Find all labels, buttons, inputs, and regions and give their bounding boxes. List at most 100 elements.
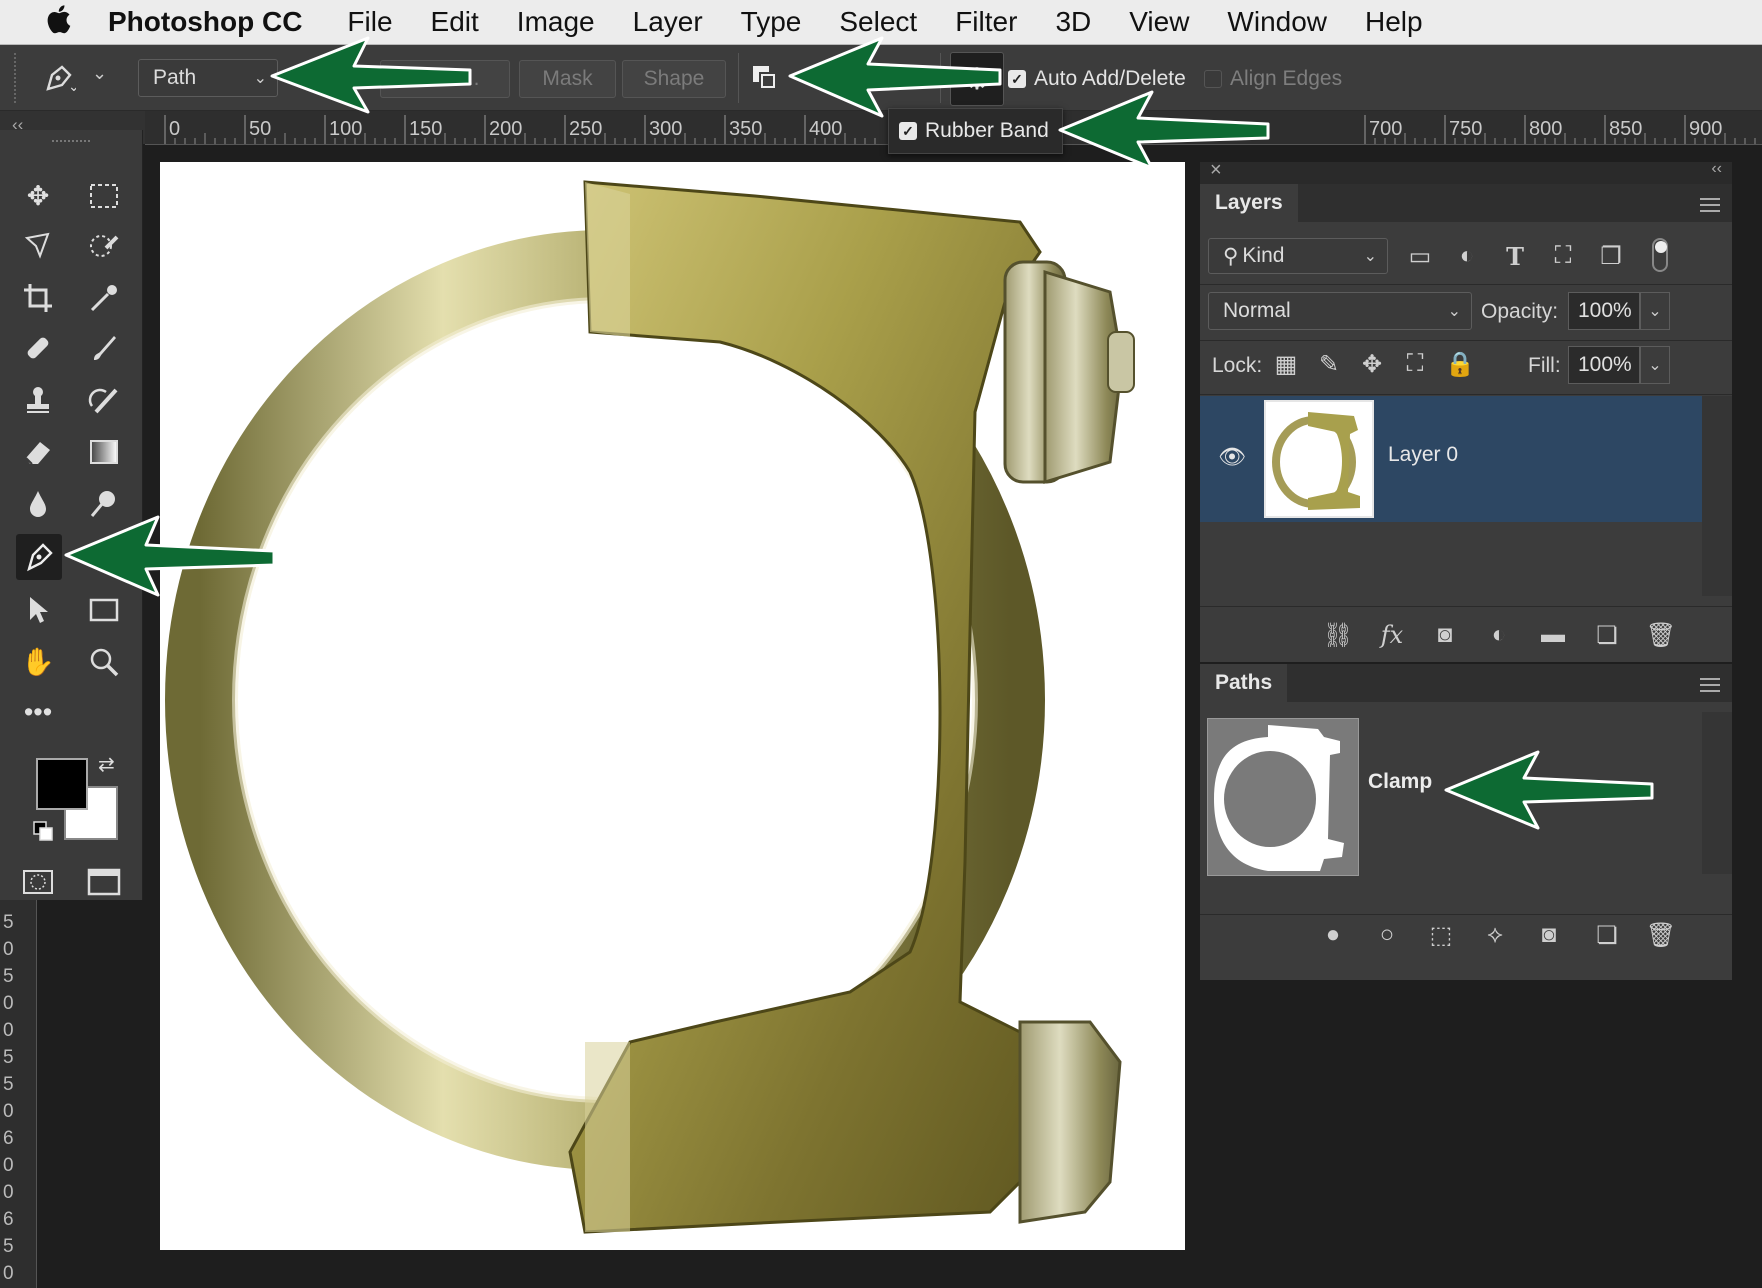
layer-row[interactable]: 👁 Layer 0 bbox=[1200, 396, 1702, 522]
eyedropper-tool-icon[interactable] bbox=[84, 278, 124, 318]
checkbox-unchecked-icon[interactable] bbox=[1204, 70, 1222, 88]
app-name[interactable]: Photoshop CC bbox=[108, 6, 302, 38]
layer-style-fx-icon[interactable]: fx bbox=[1375, 618, 1409, 652]
new-layer-icon[interactable]: ❏ bbox=[1590, 618, 1624, 652]
path-name[interactable]: Clamp bbox=[1368, 770, 1432, 794]
marquee-tool-icon[interactable] bbox=[84, 176, 124, 216]
fill-path-icon[interactable]: ● bbox=[1316, 918, 1350, 952]
move-tool-icon[interactable]: ✥ bbox=[18, 176, 58, 216]
new-adjustment-layer-icon[interactable]: ◐ bbox=[1482, 618, 1516, 652]
load-path-as-selection-icon[interactable]: ⬚ bbox=[1424, 918, 1458, 952]
menu-3d[interactable]: 3D bbox=[1055, 6, 1091, 38]
blend-mode-select[interactable]: Normal ⌄ bbox=[1208, 292, 1472, 330]
layers-scrollbar[interactable] bbox=[1702, 396, 1732, 596]
filter-pixel-icon[interactable]: ▭ bbox=[1403, 239, 1437, 273]
path-operations-icon[interactable] bbox=[750, 63, 784, 100]
menu-window[interactable]: Window bbox=[1227, 6, 1327, 38]
apple-icon[interactable] bbox=[28, 4, 88, 41]
healing-brush-tool-icon[interactable] bbox=[18, 328, 58, 368]
lock-position-icon[interactable]: ✥ bbox=[1355, 347, 1389, 381]
filter-adjustment-icon[interactable]: ◐ bbox=[1450, 239, 1484, 273]
align-edges-checkbox[interactable]: Align Edges bbox=[1204, 67, 1342, 91]
dodge-tool-icon[interactable] bbox=[84, 484, 124, 524]
brush-tool-icon[interactable] bbox=[84, 328, 124, 368]
vertical-ruler-label: 0 bbox=[3, 1182, 14, 1203]
collapse-panels-icon[interactable]: ‹‹ bbox=[1711, 160, 1722, 178]
menu-select[interactable]: Select bbox=[839, 6, 917, 38]
menu-image[interactable]: Image bbox=[517, 6, 595, 38]
panel-menu-icon[interactable] bbox=[1700, 678, 1720, 692]
gear-icon[interactable]: ⚙ bbox=[950, 52, 1004, 106]
lock-artboard-icon[interactable]: ⛶ bbox=[1398, 347, 1432, 381]
path-row[interactable]: Clamp bbox=[1200, 712, 1702, 876]
path-selection-tool-icon[interactable] bbox=[18, 590, 58, 630]
filter-type-icon[interactable]: T bbox=[1498, 239, 1532, 273]
mask-button[interactable]: Mask bbox=[519, 60, 616, 98]
filter-toggle-icon[interactable] bbox=[1652, 238, 1668, 272]
auto-add-delete-checkbox[interactable]: ✓ Auto Add/Delete bbox=[1008, 67, 1186, 91]
hand-tool-icon[interactable]: ✋ bbox=[18, 642, 58, 682]
menu-view[interactable]: View bbox=[1129, 6, 1189, 38]
add-mask-icon[interactable]: ◙ bbox=[1532, 918, 1566, 952]
add-mask-icon[interactable]: ◙ bbox=[1428, 618, 1462, 652]
opacity-input[interactable]: 100% bbox=[1568, 292, 1640, 330]
menu-help[interactable]: Help bbox=[1365, 6, 1423, 38]
rubber-band-checkbox[interactable]: ✓ bbox=[899, 122, 917, 140]
lock-image-pixels-icon[interactable]: ✎ bbox=[1312, 347, 1346, 381]
filter-smart-object-icon[interactable]: ❐ bbox=[1594, 239, 1628, 273]
new-path-icon[interactable]: ❏ bbox=[1590, 918, 1624, 952]
make-selection-button[interactable]: Make... bbox=[380, 60, 510, 98]
menu-filter[interactable]: Filter bbox=[955, 6, 1017, 38]
rectangle-tool-icon[interactable] bbox=[84, 590, 124, 630]
gradient-tool-icon[interactable] bbox=[84, 432, 124, 472]
clone-stamp-tool-icon[interactable] bbox=[18, 380, 58, 420]
kind-filter-select[interactable]: ⚲ Kind ⌄ bbox=[1208, 238, 1388, 274]
lock-transparent-pixels-icon[interactable]: ▦ bbox=[1269, 347, 1303, 381]
delete-path-trash-icon[interactable]: 🗑 bbox=[1644, 918, 1678, 952]
menu-layer[interactable]: Layer bbox=[633, 6, 703, 38]
auto-add-delete-label: Auto Add/Delete bbox=[1034, 67, 1186, 90]
history-brush-tool-icon[interactable] bbox=[84, 380, 124, 420]
paths-scrollbar[interactable] bbox=[1702, 712, 1732, 874]
zoom-tool-icon[interactable] bbox=[84, 642, 124, 682]
filter-shape-icon[interactable]: ⛶ bbox=[1546, 239, 1580, 273]
crop-tool-icon[interactable] bbox=[18, 278, 58, 318]
pen-tool-icon[interactable] bbox=[16, 534, 62, 580]
foreground-color-swatch[interactable] bbox=[36, 758, 88, 810]
opacity-dropdown-chevron-icon[interactable]: ⌄ bbox=[1640, 292, 1670, 330]
make-work-path-icon[interactable]: ⟡ bbox=[1478, 918, 1512, 952]
checkbox-checked-icon[interactable]: ✓ bbox=[1008, 70, 1026, 88]
stroke-path-icon[interactable]: ○ bbox=[1370, 918, 1404, 952]
panel-menu-icon[interactable] bbox=[1700, 198, 1720, 212]
layer-name[interactable]: Layer 0 bbox=[1388, 443, 1458, 467]
tab-layers[interactable]: Layers bbox=[1200, 184, 1298, 222]
more-tools-icon[interactable]: ••• bbox=[18, 692, 58, 732]
menu-edit[interactable]: Edit bbox=[431, 6, 479, 38]
default-colors-icon[interactable] bbox=[32, 820, 54, 847]
menu-file[interactable]: File bbox=[347, 6, 392, 38]
new-group-folder-icon[interactable]: ▬ bbox=[1536, 618, 1570, 652]
fill-dropdown-chevron-icon[interactable]: ⌄ bbox=[1640, 346, 1670, 384]
eye-icon[interactable]: 👁 bbox=[1218, 444, 1246, 470]
path-mode-select[interactable]: Path ⌄ bbox=[138, 59, 278, 97]
eraser-tool-icon[interactable] bbox=[18, 432, 58, 472]
quick-selection-tool-icon[interactable] bbox=[84, 226, 124, 266]
tab-paths[interactable]: Paths bbox=[1200, 664, 1288, 702]
link-layers-icon[interactable]: ⛓ bbox=[1321, 618, 1355, 652]
quick-mask-icon[interactable] bbox=[18, 862, 58, 902]
fill-input[interactable]: 100% bbox=[1568, 346, 1640, 384]
close-icon[interactable]: × bbox=[1210, 159, 1222, 182]
options-bar-grip[interactable] bbox=[14, 53, 20, 103]
toolbar-grip[interactable] bbox=[52, 140, 90, 146]
lasso-tool-icon[interactable] bbox=[18, 226, 58, 266]
shape-button[interactable]: Shape bbox=[622, 60, 726, 98]
document-canvas[interactable] bbox=[160, 162, 1185, 1250]
screen-mode-icon[interactable] bbox=[84, 862, 124, 902]
pen-tool-preset-icon[interactable]: ⌄ bbox=[42, 63, 80, 98]
menu-type[interactable]: Type bbox=[741, 6, 802, 38]
lock-all-icon[interactable]: 🔒 bbox=[1443, 347, 1477, 381]
blur-tool-icon[interactable] bbox=[18, 484, 58, 524]
swap-colors-icon[interactable]: ⇄ bbox=[98, 752, 115, 777]
preset-chevron-down-icon[interactable]: ⌄ bbox=[92, 63, 107, 84]
delete-layer-trash-icon[interactable]: 🗑 bbox=[1644, 618, 1678, 652]
